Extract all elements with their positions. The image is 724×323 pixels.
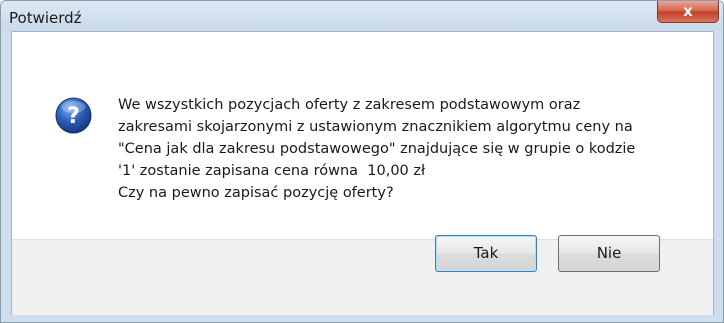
message-line: '1' zostanie zapisana cena równa 10,00 z…	[118, 163, 426, 179]
message-line: "Cena jak dla zakresu podstawowego" znaj…	[118, 141, 636, 157]
svg-text:?: ?	[67, 104, 80, 129]
dialog-message: We wszystkich pozycjach oferty z zakrese…	[118, 94, 708, 204]
close-button[interactable]: x	[657, 1, 719, 23]
question-icon: ?	[55, 97, 92, 134]
no-button[interactable]: Nie	[558, 235, 660, 272]
message-line: We wszystkich pozycjach oferty z zakrese…	[118, 97, 581, 113]
window-title: Potwierdź	[9, 9, 82, 27]
confirm-dialog-window: Potwierdź x ? We wszystkich pozycjach of…	[0, 0, 724, 323]
message-line: Czy na pewno zapisać pozycję oferty?	[118, 185, 394, 201]
close-icon: x	[683, 2, 693, 20]
dialog-body: ? We wszystkich pozycjach oferty z zakre…	[11, 31, 714, 315]
message-area: ? We wszystkich pozycjach oferty z zakre…	[12, 32, 713, 239]
title-bar[interactable]: Potwierdź x	[1, 1, 723, 31]
message-line: zakresami skojarzonymi z ustawionym znac…	[118, 119, 633, 135]
yes-button[interactable]: Tak	[435, 235, 537, 272]
